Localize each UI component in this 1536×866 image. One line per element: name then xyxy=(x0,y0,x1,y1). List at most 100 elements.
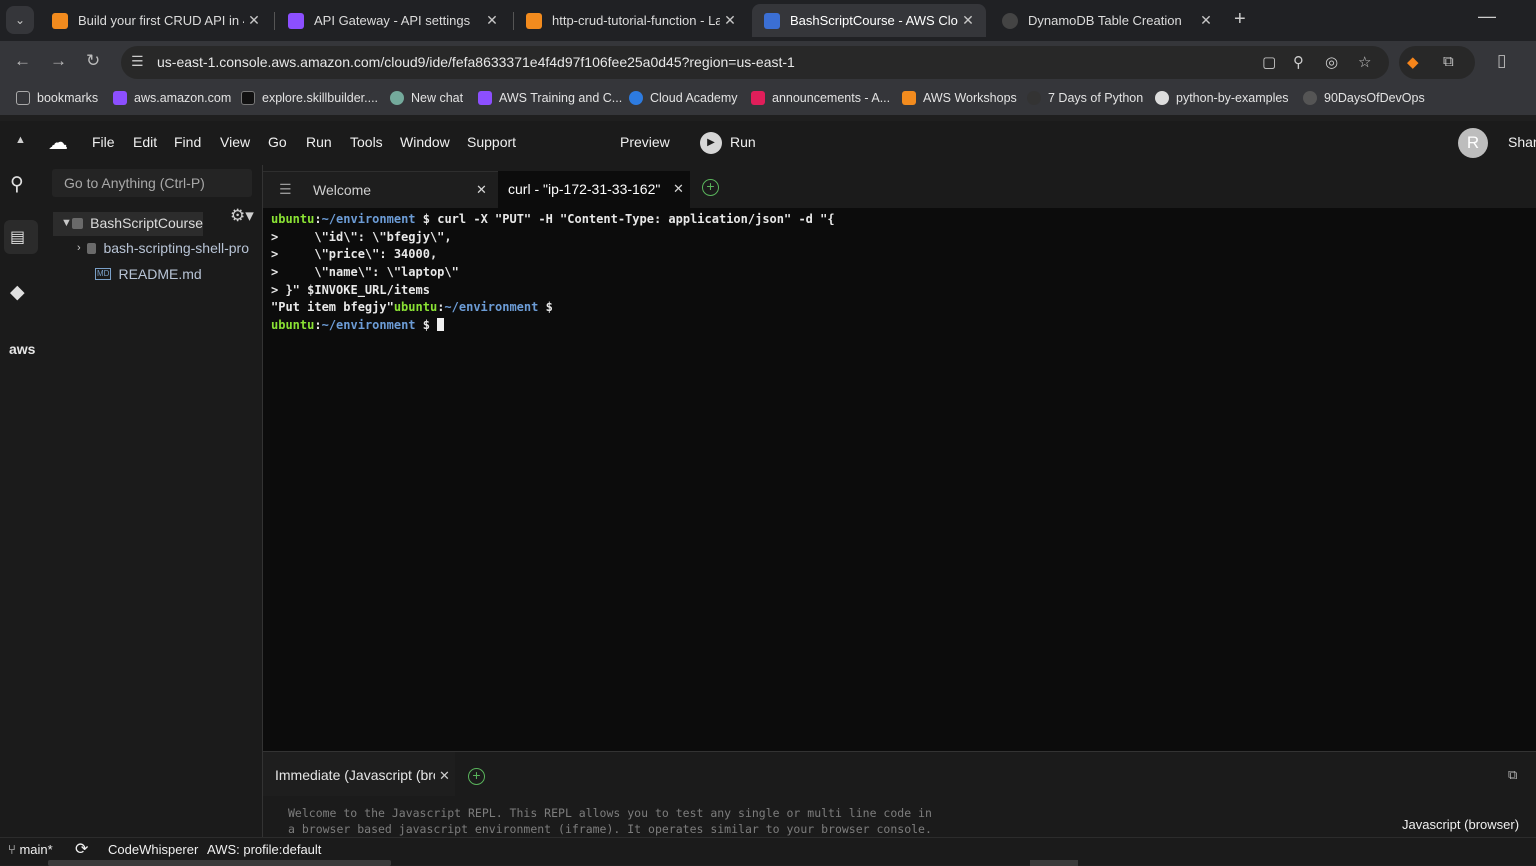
extensions-puzzle-icon[interactable]: ⧉ xyxy=(1443,53,1454,70)
menu-edit[interactable]: Edit xyxy=(133,134,157,150)
aws-profile-status[interactable]: AWS: profile:default xyxy=(207,842,321,857)
editor-tab-bar: ☰ Welcome ✕ curl - "ip-172-31-33-162" ✕ … xyxy=(263,165,1536,208)
repl-welcome: Welcome to the Javascript REPL. This REP… xyxy=(288,805,932,837)
git-branch[interactable]: ⑂ main* xyxy=(8,842,53,857)
goto-anything-placeholder: Go to Anything (Ctrl-P) xyxy=(64,175,205,191)
close-icon[interactable]: ✕ xyxy=(439,768,450,784)
add-tab-plus-icon[interactable]: + xyxy=(702,179,719,196)
prompt-path: ~/environment xyxy=(444,300,539,315)
repl-mode-selector[interactable]: Javascript (browser) xyxy=(1402,817,1519,832)
prompt-user: ubuntu xyxy=(393,300,438,315)
prompt-symbol: $ xyxy=(422,318,430,333)
site-info-icon[interactable]: ☰ xyxy=(131,53,144,70)
collapse-caret-icon[interactable]: ▲ xyxy=(15,134,26,146)
tab-terminal[interactable]: curl - "ip-172-31-33-162" ✕ xyxy=(498,171,690,208)
extensions-group: ◆ ⧉ xyxy=(1399,46,1475,79)
browser-tab-api-gateway[interactable]: API Gateway - API settings ✕ xyxy=(276,4,510,37)
share-button[interactable]: Shar xyxy=(1508,134,1536,150)
forward-arrow-icon[interactable]: → xyxy=(50,51,67,71)
slack-icon xyxy=(751,91,765,105)
sync-icon[interactable]: ⟳ xyxy=(75,839,88,859)
clipboard-icon[interactable]: ▢ xyxy=(1262,53,1276,71)
new-tab-button[interactable]: + xyxy=(1234,8,1246,31)
prompt-symbol: $ xyxy=(545,300,553,315)
goto-anything-input[interactable]: Go to Anything (Ctrl-P) xyxy=(52,169,252,197)
maximize-panel-icon[interactable]: ⧉ xyxy=(1508,767,1517,783)
tab-immediate[interactable]: Immediate (Javascript (browser)) ✕ xyxy=(263,752,455,796)
bookmark-slack[interactable]: announcements - A... xyxy=(751,91,890,105)
terminal-line: > \"price\": 34000, xyxy=(271,247,438,262)
bookmark-aws[interactable]: aws.amazon.com xyxy=(113,91,231,105)
close-icon[interactable]: ✕ xyxy=(1196,12,1216,29)
metamask-icon[interactable]: ◆ xyxy=(1407,53,1419,71)
close-icon[interactable]: ✕ xyxy=(482,12,502,29)
menu-run[interactable]: Run xyxy=(306,134,332,150)
run-play-icon[interactable]: ▶ xyxy=(700,132,722,154)
bookmark-bookmarks[interactable]: bookmarks xyxy=(16,91,98,105)
tab-label: curl - "ip-172-31-33-162" xyxy=(508,181,661,197)
menu-window[interactable]: Window xyxy=(400,134,450,150)
preview-button[interactable]: Preview xyxy=(620,134,670,150)
zoom-icon[interactable]: ⚲ xyxy=(1293,53,1304,71)
eye-off-icon[interactable]: ◎ xyxy=(1325,53,1338,71)
gear-icon[interactable]: ⚙▾ xyxy=(230,206,254,226)
tree-item-folder[interactable]: › bash-scripting-shell-pro xyxy=(77,240,249,256)
bookmark-label: bookmarks xyxy=(37,91,99,105)
menu-support[interactable]: Support xyxy=(467,134,516,150)
side-panel-icon[interactable]: ▯ xyxy=(1497,51,1506,71)
bookmark-cloud-academy[interactable]: Cloud Academy xyxy=(629,91,738,105)
bookmark-new-chat[interactable]: New chat xyxy=(390,91,463,105)
bookmark-python-examples[interactable]: python-by-examples xyxy=(1155,91,1289,105)
tab-search-chevron-icon[interactable]: ⌄ xyxy=(6,6,34,34)
chatgpt-icon xyxy=(390,91,404,105)
terminal-line: "Put item bfegjy"ubuntu:~/environment $ xyxy=(271,300,553,315)
skillbuilder-icon xyxy=(241,91,255,105)
environment-files-icon[interactable]: ▤ xyxy=(10,227,25,247)
browser-tab-lambda[interactable]: http-crud-tutorial-function - La ✕ xyxy=(514,4,748,37)
browser-tab-cloud9[interactable]: BashScriptCourse - AWS Cloud9 ✕ xyxy=(752,4,986,37)
horizontal-scrollbar[interactable] xyxy=(1030,860,1078,866)
bookmark-aws-training[interactable]: AWS Training and C... xyxy=(478,91,622,105)
menu-tools[interactable]: Tools xyxy=(350,134,383,150)
menu-find[interactable]: Find xyxy=(174,134,201,150)
source-control-icon[interactable]: ◆ xyxy=(10,281,25,304)
terminal-line: ubuntu:~/environment $ curl -X "PUT" -H … xyxy=(271,212,835,226)
close-icon[interactable]: ✕ xyxy=(958,12,978,29)
menu-file[interactable]: File xyxy=(92,134,115,150)
bookmark-devops[interactable]: 90DaysOfDevOps xyxy=(1303,91,1425,105)
address-url[interactable]: us-east-1.console.aws.amazon.com/cloud9/… xyxy=(157,54,795,70)
menu-go[interactable]: Go xyxy=(268,134,287,150)
tab-menu-icon[interactable]: ☰ xyxy=(279,181,292,198)
bookmark-python[interactable]: 7 Days of Python xyxy=(1027,91,1143,105)
bookmark-aws-workshops[interactable]: AWS Workshops xyxy=(902,91,1017,105)
folder-icon xyxy=(87,242,97,254)
address-bar[interactable]: ☰ us-east-1.console.aws.amazon.com/cloud… xyxy=(121,46,1389,79)
run-button[interactable]: Run xyxy=(730,134,756,150)
close-icon[interactable]: ✕ xyxy=(244,12,264,29)
repl-line: Welcome to the Javascript REPL. This REP… xyxy=(288,806,932,820)
close-icon[interactable]: ✕ xyxy=(673,181,684,197)
star-icon[interactable]: ☆ xyxy=(1358,53,1371,71)
reload-icon[interactable]: ↻ xyxy=(86,51,100,71)
terminal-output[interactable]: ubuntu:~/environment $ curl -X "PUT" -H … xyxy=(271,211,1531,335)
tree-item-readme[interactable]: MD README.md xyxy=(95,266,202,282)
close-icon[interactable]: ✕ xyxy=(720,12,740,29)
back-arrow-icon[interactable]: ← xyxy=(14,51,31,71)
close-icon[interactable]: ✕ xyxy=(476,182,487,198)
menu-view[interactable]: View xyxy=(220,134,250,150)
browser-tab-crud-api[interactable]: Build your first CRUD API in 45 ✕ xyxy=(40,4,272,37)
terminal-output-text: "Put item bfegjy" xyxy=(271,300,394,315)
codewhisperer-status[interactable]: CodeWhisperer xyxy=(108,842,198,857)
avatar[interactable]: R xyxy=(1458,128,1488,158)
browser-tab-dynamodb[interactable]: DynamoDB Table Creation ✕ xyxy=(990,4,1224,37)
cloud9-logo-icon[interactable]: ☁ xyxy=(48,130,68,155)
add-tab-plus-icon[interactable]: + xyxy=(468,768,485,785)
search-icon[interactable]: ⚲ xyxy=(10,173,24,196)
bookmark-skillbuilder[interactable]: explore.skillbuilder.... xyxy=(241,91,378,105)
browser-tab-title: DynamoDB Table Creation xyxy=(1028,13,1182,28)
aws-toolkit-icon[interactable]: aws xyxy=(9,341,35,357)
minimize-icon[interactable]: — xyxy=(1478,6,1496,27)
tree-item-root[interactable]: ▼ BashScriptCourse xyxy=(61,215,203,231)
horizontal-scrollbar[interactable] xyxy=(48,860,391,866)
tab-welcome[interactable]: ☰ Welcome ✕ xyxy=(263,171,498,208)
